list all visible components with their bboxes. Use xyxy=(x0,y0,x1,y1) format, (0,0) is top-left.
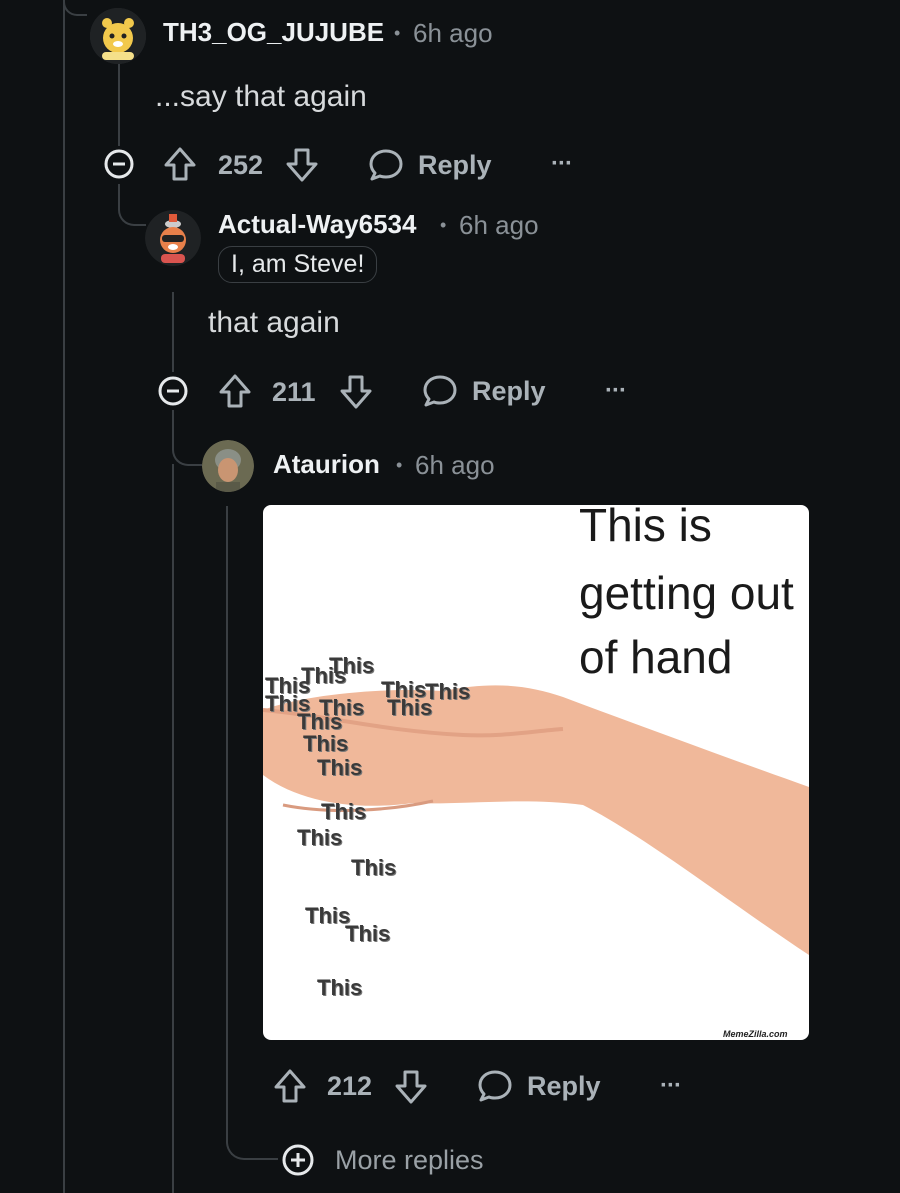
collapse-icon[interactable] xyxy=(157,375,189,407)
meme-caption-line: This is xyxy=(579,505,712,551)
add-circle-icon xyxy=(281,1143,315,1177)
meme-this-word: This xyxy=(305,903,351,928)
comment-timestamp: 6h ago xyxy=(413,18,493,48)
meta-separator: • xyxy=(396,455,403,475)
meme-this-word: This xyxy=(321,799,367,824)
thread-line-c1 xyxy=(118,64,120,146)
reply-bubble-icon xyxy=(477,1069,513,1103)
avatar[interactable] xyxy=(202,440,254,492)
reply-button[interactable]: Reply xyxy=(368,148,492,182)
reply-label: Reply xyxy=(418,149,492,180)
vote-count: 252 xyxy=(218,150,264,180)
more-replies-button[interactable]: More replies xyxy=(281,1143,484,1177)
comment-body: ...say that again xyxy=(155,80,367,113)
reply-label: Reply xyxy=(472,375,546,406)
comment-username[interactable]: TH3_OG_JUJUBE xyxy=(163,17,384,48)
meta-separator: • xyxy=(440,215,447,235)
more-replies-label: More replies xyxy=(335,1144,484,1175)
meme-this-word: This xyxy=(297,825,343,850)
comment-username[interactable]: Actual-Way6534 xyxy=(218,209,416,240)
thread-connector-c2 xyxy=(118,184,146,226)
user-flair: I, am Steve! xyxy=(218,246,378,283)
more-options-icon[interactable]: ··· xyxy=(605,377,627,405)
comment-image[interactable]: This is getting out of hand This This Th… xyxy=(263,505,809,1040)
upvote-icon[interactable] xyxy=(162,145,198,183)
more-options-icon[interactable]: ··· xyxy=(660,1072,682,1100)
comment-timestamp: 6h ago xyxy=(459,210,539,240)
thread-connector-c3 xyxy=(172,410,202,466)
meme-caption-line: of hand xyxy=(579,631,733,683)
comment-username[interactable]: Ataurion xyxy=(273,449,380,480)
meme-this-word: This xyxy=(317,755,363,780)
avatar[interactable] xyxy=(145,210,201,266)
downvote-icon[interactable] xyxy=(393,1068,429,1106)
reply-button[interactable]: Reply xyxy=(422,374,546,408)
reply-button[interactable]: Reply xyxy=(477,1069,601,1103)
thread-line-c2 xyxy=(172,292,174,372)
avatar[interactable] xyxy=(90,8,146,64)
vote-count: 212 xyxy=(327,1071,373,1101)
comment-timestamp: 6h ago xyxy=(415,450,495,480)
comment-body: that again xyxy=(208,306,340,339)
reply-label: Reply xyxy=(527,1070,601,1101)
meme-this-word: This xyxy=(317,975,363,1000)
meta-separator: • xyxy=(394,23,401,43)
thread-line-c2-continue xyxy=(172,464,174,1193)
reply-bubble-icon xyxy=(422,374,458,408)
upvote-icon[interactable] xyxy=(272,1067,308,1105)
meme-this-word: This xyxy=(387,695,433,720)
meme-caption-line: getting out xyxy=(579,567,794,619)
downvote-icon[interactable] xyxy=(284,146,320,184)
meme-watermark: MemeZilla.com xyxy=(723,1029,788,1039)
thread-line-outer xyxy=(63,0,65,1193)
vote-count: 211 xyxy=(272,377,316,407)
thread-connector-top xyxy=(63,0,87,16)
collapse-icon[interactable] xyxy=(103,148,135,180)
meme-this-word: This xyxy=(345,921,391,946)
downvote-icon[interactable] xyxy=(338,373,374,411)
upvote-icon[interactable] xyxy=(217,372,253,410)
meme-this-word: This xyxy=(303,731,349,756)
meme-this-word: This xyxy=(351,855,397,880)
more-options-icon[interactable]: ··· xyxy=(551,150,573,178)
reply-bubble-icon xyxy=(368,148,404,182)
